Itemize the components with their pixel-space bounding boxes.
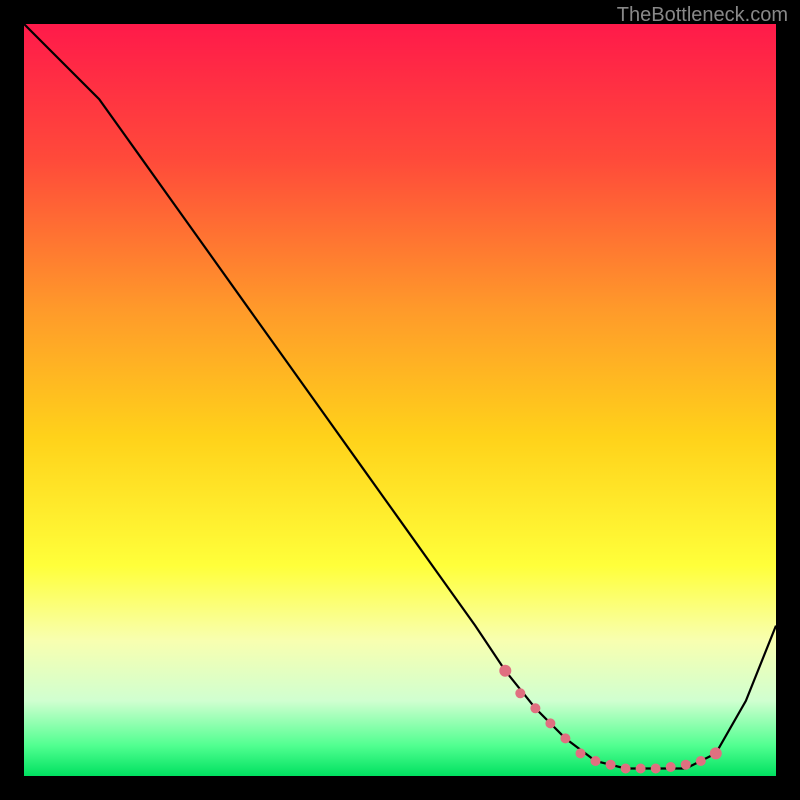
chart-svg xyxy=(24,24,776,776)
highlight-dot xyxy=(710,747,722,759)
highlight-dot xyxy=(576,748,586,758)
highlight-dot xyxy=(545,718,555,728)
highlight-dot xyxy=(696,756,706,766)
highlight-dot xyxy=(651,764,661,774)
highlight-dot xyxy=(606,760,616,770)
chart-background xyxy=(24,24,776,776)
highlight-dot xyxy=(636,764,646,774)
highlight-dot xyxy=(621,764,631,774)
highlight-dot xyxy=(681,760,691,770)
highlight-dot xyxy=(530,703,540,713)
highlight-dot xyxy=(560,733,570,743)
chart-plot-area xyxy=(24,24,776,776)
highlight-dot xyxy=(515,688,525,698)
highlight-dot xyxy=(591,756,601,766)
highlight-dot xyxy=(666,762,676,772)
attribution-text: TheBottleneck.com xyxy=(617,4,788,27)
highlight-dot xyxy=(499,665,511,677)
